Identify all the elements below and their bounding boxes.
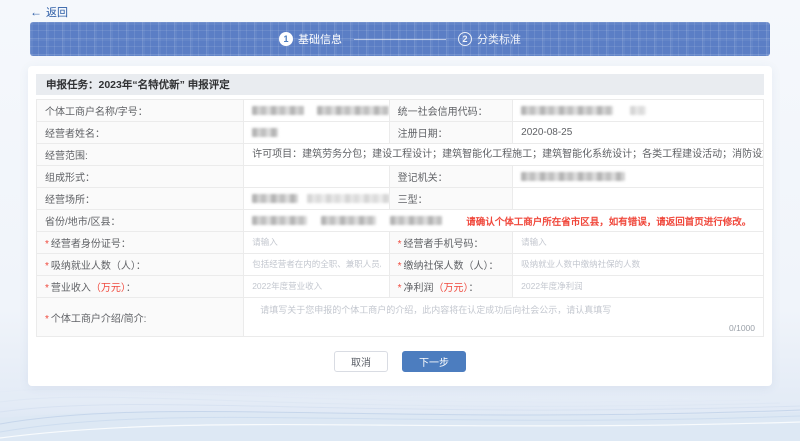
intro-textarea[interactable]	[252, 298, 755, 336]
revenue-input[interactable]	[252, 281, 380, 291]
table-row: 省份/地市/区县： 请确认个体工商户所在省市区县，如有错误，请返回首页进行修改。	[37, 210, 764, 232]
intro-char-counter: 0/1000	[729, 323, 755, 333]
redacted-block	[252, 194, 298, 203]
profit-unit: （万元）	[433, 283, 468, 294]
region-cell: 请确认个体工商户所在省市区县，如有错误，请返回首页进行修改。	[244, 210, 764, 232]
label-business-premises: 经营场所：	[37, 188, 244, 210]
redacted-block	[521, 172, 625, 181]
profit-cell	[513, 276, 764, 298]
required-marker: *	[45, 239, 49, 250]
label-profit: *净利润（万元）：	[389, 276, 513, 298]
table-row: 个体工商户名称/字号： 统一社会信用代码：	[37, 100, 764, 122]
required-marker: *	[398, 283, 402, 294]
value-composition-form	[244, 166, 389, 188]
city-select[interactable]	[321, 216, 376, 225]
social-insured-cell	[513, 254, 764, 276]
label-business-scope: 经营范围:	[37, 144, 244, 166]
label-operator-name: 经营者姓名：	[37, 122, 244, 144]
table-row: 经营场所： 三型：	[37, 188, 764, 210]
value-business-scope: 许可项目：建筑劳务分包；建设工程设计；建筑智能化工程施工；建筑智能化系统设计；各…	[244, 144, 764, 166]
table-row: *吸纳就业人数（人）： *缴纳社保人数（人）：	[37, 254, 764, 276]
steps-banner: 1 基础信息 2 分类标准	[30, 22, 770, 56]
id-number-cell	[244, 232, 389, 254]
back-button[interactable]: ← 返回	[30, 4, 68, 20]
value-register-date: 2020-08-25	[513, 122, 764, 144]
required-marker: *	[45, 314, 49, 325]
redacted-block	[630, 106, 646, 115]
revenue-cell	[244, 276, 389, 298]
step-classification: 2 分类标准	[458, 31, 521, 47]
value-three-type	[513, 188, 764, 210]
required-marker: *	[45, 283, 49, 294]
district-select[interactable]	[390, 216, 442, 225]
value-credit-code	[513, 100, 764, 122]
label-register-date: 注册日期：	[389, 122, 513, 144]
label-id-number: *经营者身份证号：	[37, 232, 244, 254]
province-select[interactable]	[252, 216, 307, 225]
label-business-name: 个体工商户名称/字号：	[37, 100, 244, 122]
id-number-input[interactable]	[252, 237, 380, 247]
form-table: 个体工商户名称/字号： 统一社会信用代码： 经营者姓名： 注册日期： 2020-…	[36, 99, 764, 337]
redacted-block	[252, 128, 278, 137]
table-row: *个体工商户介绍/简介: 0/1000	[37, 298, 764, 337]
value-business-premises	[244, 188, 389, 210]
phone-number-cell	[513, 232, 764, 254]
label-credit-code: 统一社会信用代码：	[389, 100, 513, 122]
social-insured-input[interactable]	[521, 259, 755, 269]
form-card: 申报任务：2023年“名特优新” 申报评定 个体工商户名称/字号： 统一社会信用…	[28, 66, 772, 386]
redacted-block	[317, 106, 389, 115]
required-marker: *	[398, 261, 402, 272]
value-registration-authority	[513, 166, 764, 188]
table-row: *经营者身份证号： *经营者手机号码：	[37, 232, 764, 254]
table-row: 经营者姓名： 注册日期： 2020-08-25	[37, 122, 764, 144]
table-row: 经营范围: 许可项目：建筑劳务分包；建设工程设计；建筑智能化工程施工；建筑智能化…	[37, 144, 764, 166]
back-arrow-icon: ←	[30, 6, 42, 18]
region-warning-text: 请确认个体工商户所在省市区县，如有错误，请返回首页进行修改。	[466, 214, 751, 228]
employees-cell	[244, 254, 389, 276]
intro-cell: 0/1000	[244, 298, 764, 337]
form-title: 申报任务：2023年“名特优新” 申报评定	[36, 74, 764, 95]
redacted-block	[307, 194, 389, 203]
step-basic-info: 1 基础信息	[279, 31, 342, 47]
value-business-name	[244, 100, 389, 122]
label-intro: *个体工商户介绍/简介:	[37, 298, 244, 337]
label-registration-authority: 登记机关：	[389, 166, 513, 188]
label-social-insured: *缴纳社保人数（人）：	[389, 254, 513, 276]
required-marker: *	[45, 261, 49, 272]
next-step-button[interactable]: 下一步	[402, 351, 466, 372]
employees-input[interactable]	[252, 259, 380, 269]
label-composition-form: 组成形式：	[37, 166, 244, 188]
label-phone-number: *经营者手机号码：	[389, 232, 513, 254]
revenue-unit: （万元）	[91, 283, 126, 294]
step-connector-line	[354, 39, 446, 40]
value-operator-name	[244, 122, 389, 144]
label-region: 省份/地市/区县：	[37, 210, 244, 232]
required-marker: *	[398, 239, 402, 250]
cancel-button[interactable]: 取消	[334, 351, 388, 372]
table-row: *营业收入（万元）： *净利润（万元）：	[37, 276, 764, 298]
label-revenue: *营业收入（万元）：	[37, 276, 244, 298]
redacted-block	[521, 106, 613, 115]
back-label: 返回	[46, 4, 68, 20]
profit-input[interactable]	[521, 281, 755, 291]
redacted-block	[252, 106, 304, 115]
phone-number-input[interactable]	[521, 237, 755, 247]
step-1-circle-icon: 1	[279, 32, 293, 46]
table-row: 组成形式： 登记机关：	[37, 166, 764, 188]
label-three-type: 三型：	[389, 188, 513, 210]
label-employees: *吸纳就业人数（人）：	[37, 254, 244, 276]
step-2-label: 分类标准	[477, 31, 521, 47]
step-2-circle-icon: 2	[458, 32, 472, 46]
step-1-label: 基础信息	[298, 31, 342, 47]
